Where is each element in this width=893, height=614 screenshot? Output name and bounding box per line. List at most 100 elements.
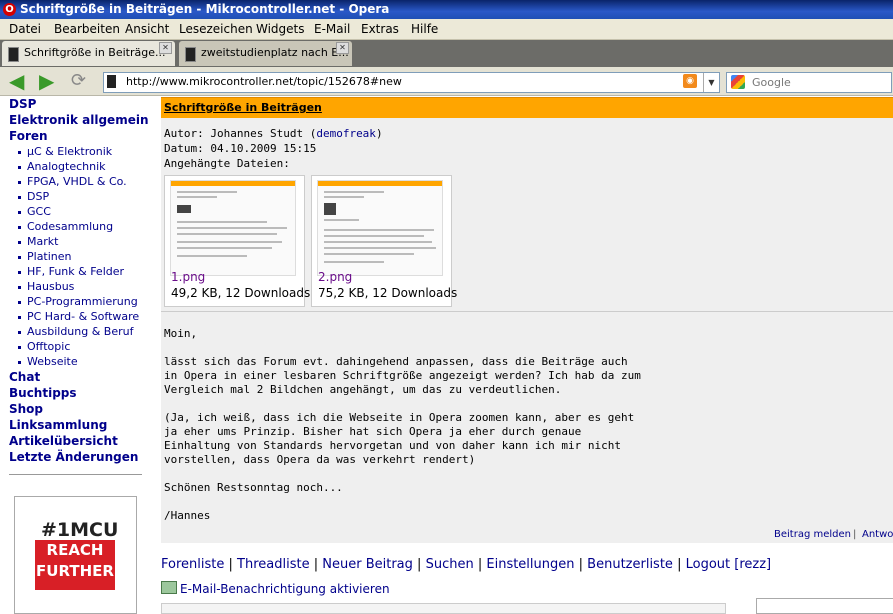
title-bar: O Schriftgröße in Beiträgen - Mikrocontr… bbox=[0, 0, 893, 19]
sidebar-forum-pc-hardware[interactable]: PC Hard- & Software bbox=[27, 310, 139, 323]
menu-datei[interactable]: Datei bbox=[9, 22, 41, 36]
window-title: Schriftgröße in Beiträgen - Mikrocontrol… bbox=[20, 2, 390, 16]
attachment-thumbnail[interactable] bbox=[170, 180, 296, 276]
footer-link-benutzerliste[interactable]: Benutzerliste bbox=[587, 557, 673, 572]
sidebar-forum-hf[interactable]: HF, Funk & Felder bbox=[27, 265, 124, 278]
ad-line2: FURTHER bbox=[36, 562, 114, 580]
address-dropdown-icon[interactable]: ▼ bbox=[703, 73, 719, 92]
attachment-thumbnail[interactable] bbox=[317, 180, 443, 276]
sidebar-link-elektronik-allgemein[interactable]: Elektronik allgemein bbox=[9, 113, 149, 127]
tab-label: zweitstudienplatz nach E... bbox=[201, 46, 349, 59]
post-line: Einhaltung von Standards hervorgetan und… bbox=[164, 439, 621, 452]
sidebar-forum-dsp[interactable]: DSP bbox=[27, 190, 49, 203]
sidebar-forum-platinen[interactable]: Platinen bbox=[27, 250, 72, 263]
bullet-icon bbox=[18, 256, 21, 259]
sidebar-link-buchtipps[interactable]: Buchtipps bbox=[9, 386, 77, 400]
link-separator: | bbox=[477, 557, 483, 572]
sidebar-forum-hausbus[interactable]: Hausbus bbox=[27, 280, 74, 293]
link-separator: | bbox=[853, 529, 857, 540]
menu-bearbeiten[interactable]: Bearbeiten bbox=[54, 22, 120, 36]
footer-nav: Forenliste | Threadliste | Neuer Beitrag… bbox=[161, 557, 771, 572]
footer-link-suchen[interactable]: Suchen bbox=[426, 557, 474, 572]
sidebar-link-letzte-aenderungen[interactable]: Letzte Änderungen bbox=[9, 450, 138, 464]
post-line: ja eher ums Prinzip. Bisher hat sich Ope… bbox=[164, 425, 582, 438]
menu-widgets[interactable]: Widgets bbox=[256, 22, 305, 36]
author-label: Autor: Johannes Studt ( bbox=[164, 127, 317, 140]
bullet-icon bbox=[18, 151, 21, 154]
bullet-icon bbox=[18, 331, 21, 334]
email-add-icon bbox=[161, 581, 177, 594]
menu-bar: Datei Bearbeiten Ansicht Lesezeichen Wid… bbox=[0, 19, 893, 40]
menu-extras[interactable]: Extras bbox=[361, 22, 399, 36]
sidebar-link-shop[interactable]: Shop bbox=[9, 402, 43, 416]
ad-banner: REACH FURTHER bbox=[35, 540, 115, 590]
bullet-icon bbox=[18, 196, 21, 199]
post-body: Autor: Johannes Studt (demofreak) Datum:… bbox=[161, 118, 893, 543]
advertisement[interactable]: #1MCU REACH FURTHER bbox=[14, 496, 137, 614]
post-line: Schönen Restsonntag noch... bbox=[164, 481, 343, 494]
tab-inactive[interactable]: zweitstudienplatz nach E... ✕ bbox=[179, 41, 352, 66]
email-notification[interactable]: E-Mail-Benachrichtigung aktivieren bbox=[161, 581, 390, 596]
search-field[interactable]: Google bbox=[726, 72, 892, 93]
footer-link-einstellungen[interactable]: Einstellungen bbox=[486, 557, 574, 572]
footer-link-threadliste[interactable]: Threadliste bbox=[237, 557, 310, 572]
sidebar-forum-analogtechnik[interactable]: Analogtechnik bbox=[27, 160, 106, 173]
reply-link[interactable]: Antwort bbox=[862, 529, 893, 540]
reply-form-box bbox=[161, 603, 726, 614]
forward-arrow-icon[interactable]: ▶ bbox=[39, 71, 54, 91]
attachment-1-info: 49,2 KB, 12 Downloads bbox=[171, 286, 311, 300]
bullet-icon bbox=[18, 241, 21, 244]
rss-feed-icon[interactable]: ◉ bbox=[683, 74, 697, 88]
footer-link-forenliste[interactable]: Forenliste bbox=[161, 557, 224, 572]
bullet-icon bbox=[18, 181, 21, 184]
post-line: in Opera in einer lesbaren Schriftgröße … bbox=[164, 369, 641, 382]
sidebar-forum-offtopic[interactable]: Offtopic bbox=[27, 340, 70, 353]
sidebar-forum-fpga[interactable]: FPGA, VHDL & Co. bbox=[27, 175, 127, 188]
close-tab-icon[interactable]: ✕ bbox=[336, 42, 349, 54]
bullet-icon bbox=[18, 361, 21, 364]
link-separator: | bbox=[578, 557, 584, 572]
page-favicon-icon bbox=[8, 47, 19, 62]
sidebar-link-foren[interactable]: Foren bbox=[9, 129, 48, 143]
sidebar-forum-webseite[interactable]: Webseite bbox=[27, 355, 78, 368]
sidebar-link-dsp[interactable]: DSP bbox=[9, 97, 36, 111]
sidebar-link-artikeluebersicht[interactable]: Artikelübersicht bbox=[9, 434, 118, 448]
page-favicon-icon bbox=[107, 75, 116, 88]
menu-lesezeichen[interactable]: Lesezeichen bbox=[179, 22, 253, 36]
sidebar-forum-ausbildung[interactable]: Ausbildung & Beruf bbox=[27, 325, 133, 338]
sidebar-forum-markt[interactable]: Markt bbox=[27, 235, 58, 248]
tab-active[interactable]: Schriftgröße in Beiträge... ✕ bbox=[2, 41, 175, 66]
sidebar-forum-gcc[interactable]: GCC bbox=[27, 205, 51, 218]
bullet-icon bbox=[18, 166, 21, 169]
menu-hilfe[interactable]: Hilfe bbox=[411, 22, 438, 36]
post-title-link[interactable]: Schriftgröße in Beiträgen bbox=[164, 101, 322, 114]
author-close: ) bbox=[375, 127, 383, 140]
sidebar-forum-uc[interactable]: µC & Elektronik bbox=[27, 145, 112, 158]
link-separator: | bbox=[313, 557, 319, 572]
post-line: Moin, bbox=[164, 327, 198, 340]
reload-icon[interactable]: ⟳ bbox=[71, 71, 86, 91]
sidebar-link-linksammlung[interactable]: Linksammlung bbox=[9, 418, 107, 432]
attachment-2-filename[interactable]: 2.png bbox=[318, 270, 352, 284]
bullet-icon bbox=[18, 271, 21, 274]
email-notification-link[interactable]: E-Mail-Benachrichtigung aktivieren bbox=[180, 582, 390, 596]
bullet-icon bbox=[18, 301, 21, 304]
attachment-1-filename[interactable]: 1.png bbox=[171, 270, 205, 284]
link-separator: | bbox=[228, 557, 233, 572]
report-post-link[interactable]: Beitrag melden bbox=[774, 529, 851, 540]
footer-link-neuer-beitrag[interactable]: Neuer Beitrag bbox=[322, 557, 413, 572]
author-username-link[interactable]: demofreak bbox=[316, 127, 376, 140]
sidebar-forum-codesammlung[interactable]: Codesammlung bbox=[27, 220, 113, 233]
post-separator bbox=[161, 311, 893, 312]
page-favicon-icon bbox=[185, 47, 196, 62]
post-line: vorstellen, dass Opera da was verkehrt r… bbox=[164, 453, 476, 466]
menu-ansicht[interactable]: Ansicht bbox=[125, 22, 169, 36]
close-tab-icon[interactable]: ✕ bbox=[159, 42, 172, 54]
bullet-icon bbox=[18, 346, 21, 349]
back-arrow-icon[interactable]: ◀ bbox=[9, 71, 24, 91]
sidebar-forum-pc-programmierung[interactable]: PC-Programmierung bbox=[27, 295, 138, 308]
address-field[interactable]: http://www.mikrocontroller.net/topic/152… bbox=[103, 72, 720, 93]
menu-email[interactable]: E-Mail bbox=[314, 22, 350, 36]
footer-link-logout[interactable]: Logout [rezz] bbox=[686, 557, 772, 572]
sidebar-link-chat[interactable]: Chat bbox=[9, 370, 40, 384]
